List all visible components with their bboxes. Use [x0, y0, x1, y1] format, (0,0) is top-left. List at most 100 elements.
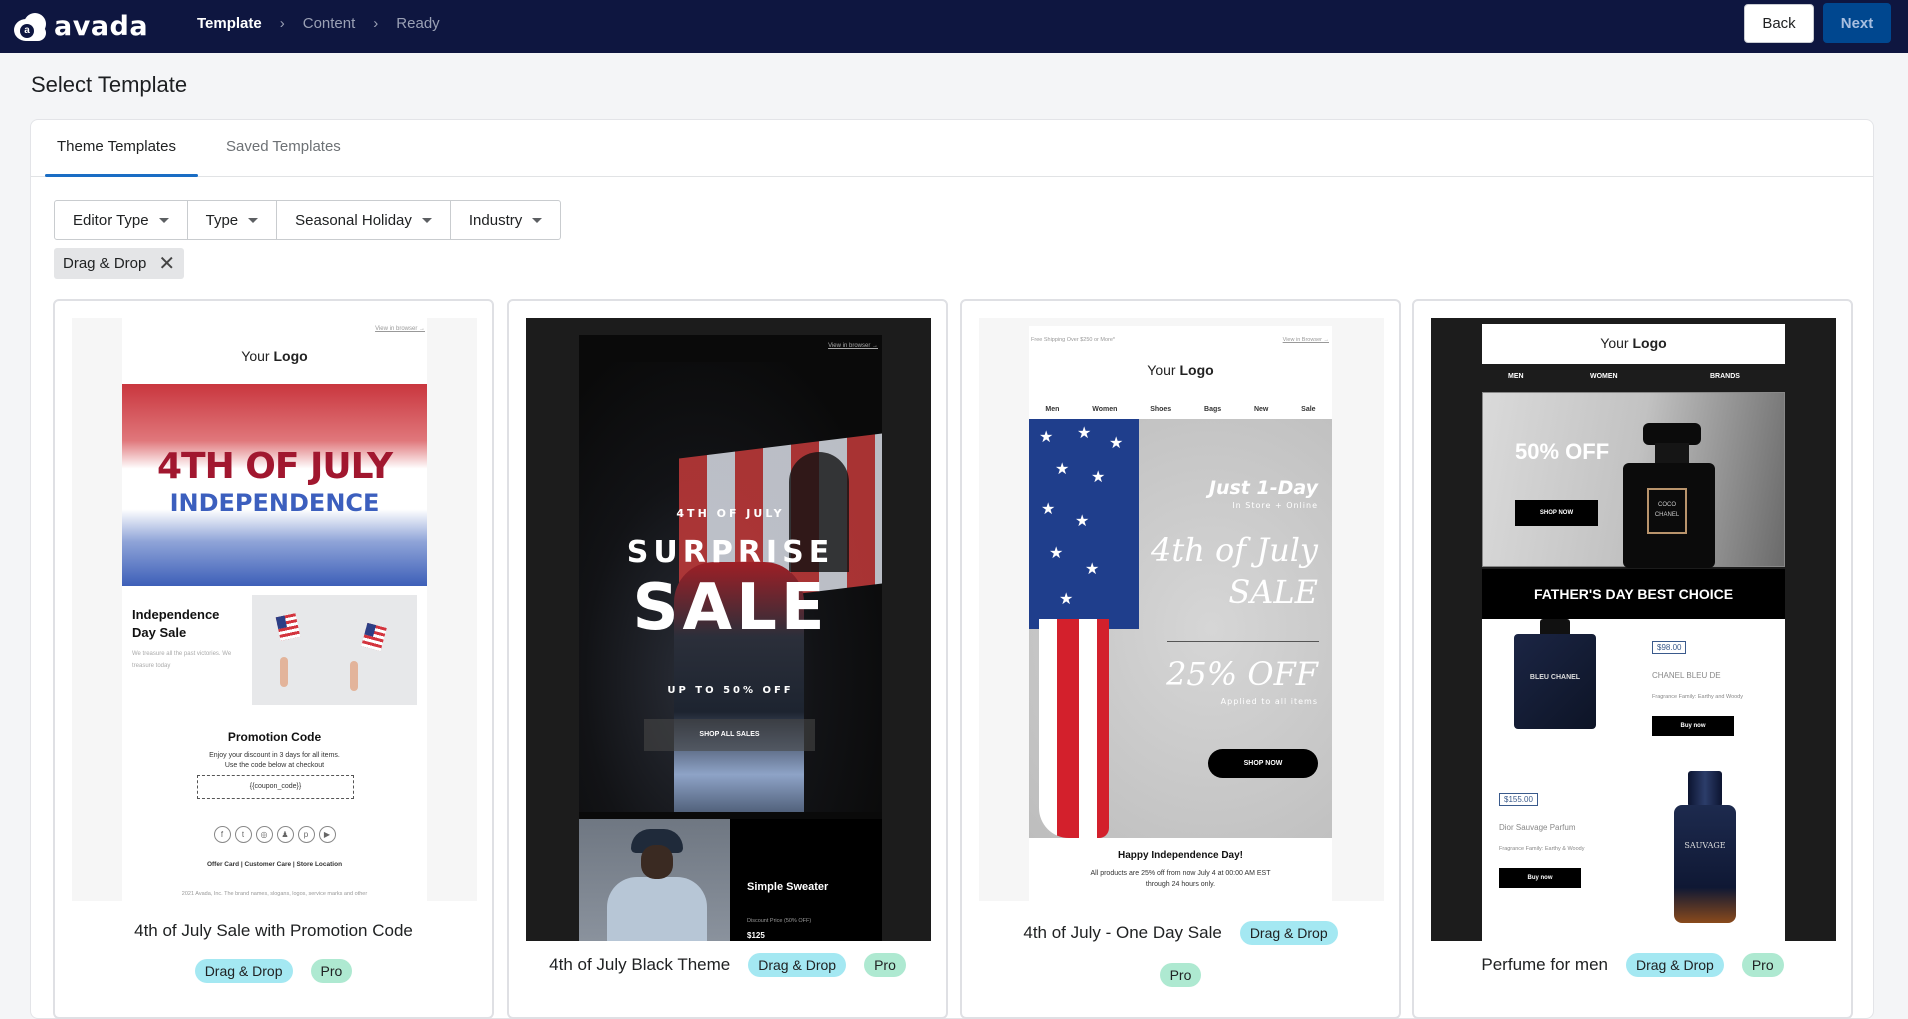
active-tab-indicator: [45, 174, 198, 177]
template-name: 4th of July Sale with Promotion Code: [134, 921, 413, 940]
shop-now-button: SHOP NOW: [1208, 749, 1318, 778]
youtube-icon: ▶: [318, 826, 336, 843]
step-content: Content: [302, 14, 356, 32]
template-card[interactable]: View in browser → Your Logo 4TH OF JULY …: [53, 299, 494, 1019]
product-price: $98.00: [1652, 641, 1687, 654]
hero-line-2: INDEPENDENCE: [169, 489, 380, 517]
preview-logo: Your Logo: [1147, 362, 1214, 378]
hero-banner: 4TH OF JULY INDEPENDENCE: [122, 384, 427, 586]
caret-down-icon: [158, 217, 169, 223]
email-preview: Free Shipping Over $250 or More* View in…: [1029, 326, 1332, 901]
promo-title: Promotion Code: [227, 730, 322, 744]
badge-drag-drop: Drag & Drop: [1239, 921, 1338, 945]
bottle-label: COCO CHANEL: [1647, 488, 1687, 534]
instagram-icon: ◎: [255, 826, 273, 843]
footer-text: All products are 25% off from now July 4…: [1090, 870, 1271, 888]
footer-title: Happy Independence Day!: [1117, 850, 1244, 861]
close-icon[interactable]: ✕: [158, 254, 175, 274]
step-template: Template: [197, 14, 262, 32]
copyright: 2021 Avada, Inc. The brand names, slogan…: [181, 891, 368, 897]
chevron-right-icon: ›: [279, 14, 285, 32]
preview-nav: Men Women Shoes Bags New Sale: [1045, 406, 1316, 413]
template-name: Perfume for men: [1481, 955, 1608, 974]
preview-logo: Your Logo: [241, 348, 308, 364]
hero-line-5: 25% OFF: [1166, 655, 1318, 693]
badge-pro: Pro: [864, 953, 906, 977]
badge-drag-drop: Drag & Drop: [194, 959, 293, 983]
template-preview[interactable]: Your Logo MEN WOMEN BRANDS 50% OFF SHOP …: [1431, 318, 1836, 941]
email-preview: View in browser → 4TH OF JULY SURPRISE S…: [579, 335, 882, 941]
twitter-icon: t: [234, 826, 252, 843]
badge-drag-drop: Drag & Drop: [1626, 953, 1724, 977]
shop-all-sales-button: SHOP ALL SALES: [644, 719, 815, 751]
step-breadcrumb: Template › Content › Ready: [197, 0, 440, 46]
email-preview: View in browser → Your Logo 4TH OF JULY …: [122, 318, 427, 901]
filter-bar: Editor Type Type Seasonal Holiday Indust…: [54, 200, 562, 240]
hero-line-3: 4th of July: [1150, 531, 1318, 569]
coupon-box: {{coupon_code}}: [197, 775, 354, 799]
social-icons: f t ◎ ♟ p ▶: [122, 826, 427, 843]
template-preview[interactable]: Free Shipping Over $250 or More* View in…: [979, 318, 1384, 901]
badge-drag-drop: Drag & Drop: [748, 953, 847, 977]
product-family: Fragrance Family: Earthy and Woody: [1652, 694, 1743, 700]
product-family: Fragrance Family: Earthy & Woody: [1499, 846, 1585, 852]
logo-text: avada: [54, 10, 149, 42]
product-name: CHANEL BLEU DE: [1652, 671, 1721, 680]
hero-banner: 50% OFF SHOP NOW COCO CHANEL: [1482, 392, 1785, 568]
section-text: We treasure all the past victories. We t…: [132, 651, 232, 669]
product-grid: BLEU CHANEL $98.00 CHANEL BLEU DE Fragra…: [1482, 619, 1785, 941]
hero-line-1: 4TH OF JULY: [156, 446, 393, 487]
caret-down-icon: [248, 217, 259, 223]
filter-type[interactable]: Type: [188, 201, 278, 239]
hero-line-2: In Store + Online: [1232, 501, 1318, 510]
step-ready: Ready: [396, 14, 440, 32]
hero-offer: 50% OFF: [1515, 439, 1610, 464]
hero-kicker: 4TH OF JULY: [676, 507, 785, 520]
tab-saved-templates[interactable]: Saved Templates: [226, 138, 341, 155]
badge-pro: Pro: [1741, 953, 1784, 977]
product-section: Simple Sweater Discount Price (50% OFF) …: [579, 819, 882, 941]
facebook-icon: f: [213, 826, 231, 843]
discount-label: Discount Price (50% OFF): [747, 918, 812, 924]
buy-now-button: Buy now: [1499, 868, 1581, 888]
template-name: 4th of July - One Day Sale: [1023, 923, 1222, 942]
next-button[interactable]: Next: [1823, 3, 1891, 43]
snapchat-icon: ♟: [276, 826, 294, 843]
filter-label: Seasonal Holiday: [295, 211, 412, 229]
title-badge-row: Perfume for men Drag & Drop Pro: [1414, 953, 1851, 977]
chevron-right-icon: ›: [373, 14, 379, 32]
hero-subline: UP TO 50% OFF: [667, 685, 794, 696]
hero-line-4: SALE: [1228, 573, 1318, 611]
hero-line-6: Applied to all items: [1220, 697, 1318, 706]
hero-banner: ★ ★ ★ ★ ★ ★ ★ ★ ★ ★ Just 1-Day In Store + Onli…: [1029, 419, 1332, 838]
buy-now-button: Buy now: [1652, 716, 1734, 736]
template-panel: Theme Templates Saved Templates Editor T…: [30, 119, 1874, 1019]
tab-theme-templates[interactable]: Theme Templates: [57, 138, 176, 155]
template-card[interactable]: View in browser → 4TH OF JULY SURPRISE S…: [507, 299, 948, 1019]
badge-row: Drag & Drop Pro: [55, 959, 492, 983]
product-price: $125: [747, 931, 765, 940]
top-bar: a avada Template › Content › Ready Back …: [0, 0, 1908, 53]
filter-industry[interactable]: Industry: [451, 201, 560, 239]
badge-pro: Pro: [310, 959, 353, 983]
page-title: Select Template: [31, 72, 188, 97]
filter-seasonal-holiday[interactable]: Seasonal Holiday: [277, 201, 451, 239]
filter-editor-type[interactable]: Editor Type: [55, 201, 188, 239]
flags-image: [252, 595, 417, 705]
product-bottle: BLEU CHANEL: [1514, 634, 1596, 729]
template-preview[interactable]: View in browser → 4TH OF JULY SURPRISE S…: [526, 318, 931, 941]
product-bottle: SAUVAGE: [1674, 805, 1736, 923]
hero-headline-1: SURPRISE: [626, 535, 835, 570]
preview-logo-box: Your Logo: [1482, 324, 1785, 364]
product-name: Dior Sauvage Parfum: [1499, 823, 1576, 832]
template-preview[interactable]: View in browser → Your Logo 4TH OF JULY …: [72, 318, 477, 901]
filter-chip-drag-drop: Drag & Drop ✕: [54, 248, 185, 279]
template-name: 4th of July Black Theme: [549, 955, 731, 974]
chip-label: Drag & Drop: [63, 255, 147, 272]
avada-logo[interactable]: a avada: [14, 8, 148, 44]
promo-text: Enjoy your discount in 3 days for all it…: [209, 752, 340, 769]
back-button[interactable]: Back: [1744, 4, 1814, 43]
template-card[interactable]: Your Logo MEN WOMEN BRANDS 50% OFF SHOP …: [1412, 299, 1853, 1019]
hero-line-1: Just 1-Day: [1208, 477, 1318, 499]
template-card[interactable]: Free Shipping Over $250 or More* View in…: [960, 299, 1401, 1019]
